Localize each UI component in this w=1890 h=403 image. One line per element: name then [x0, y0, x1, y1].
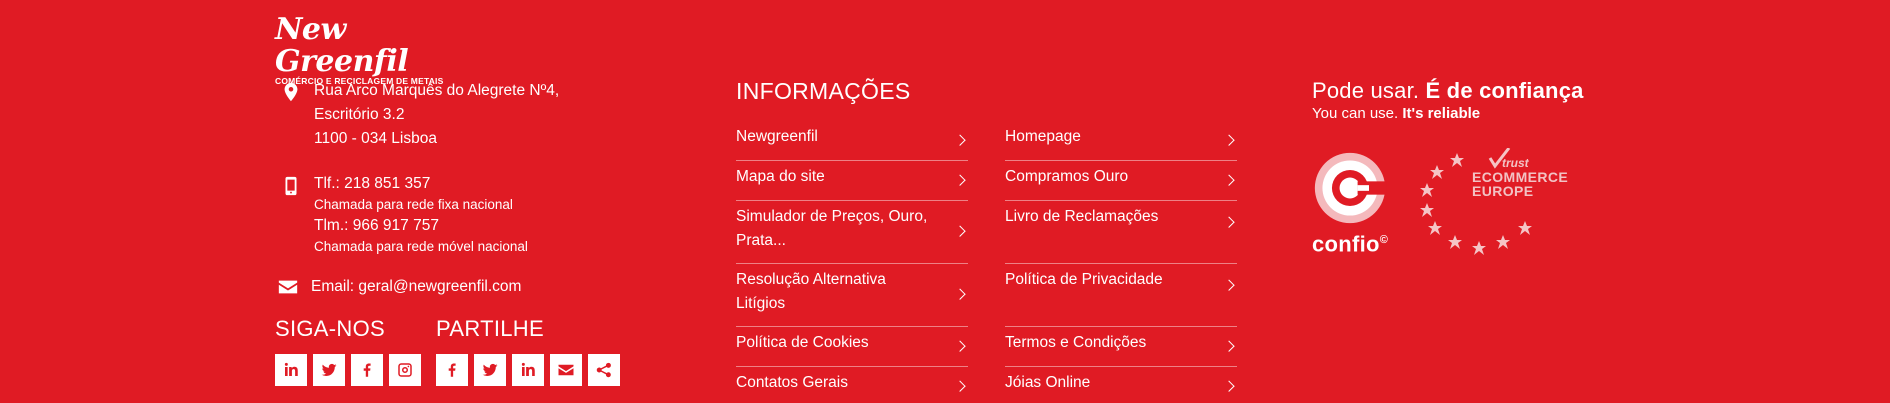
confio-logo-icon: [1314, 152, 1387, 224]
contact-block: Rua Arco Marquês do Alegrete Nº4, Escrit…: [275, 79, 715, 299]
link-joias-online[interactable]: Jóias Online: [1005, 367, 1237, 403]
trust-sub-prefix: You can use.: [1312, 105, 1399, 122]
link-label: Contatos Gerais: [736, 374, 848, 391]
email-link[interactable]: Email: geral@newgreenfil.com: [311, 275, 715, 299]
link-compramos-ouro[interactable]: Compramos Ouro: [1005, 161, 1237, 201]
facebook-icon: [448, 363, 456, 377]
link-label: Resolução Alternativa Litígios: [736, 271, 886, 312]
twitter-icon: [321, 363, 337, 377]
link-politica-privacidade[interactable]: Política de Privacidade: [1005, 264, 1237, 327]
link-livro-reclamacoes[interactable]: Livro de Reclamações: [1005, 201, 1237, 264]
tee-wordmark: trust ECOMMERCE EUROPE: [1472, 156, 1568, 198]
address-line-2: Escritório 3.2: [314, 106, 405, 123]
link-label: Livro de Reclamações: [1005, 208, 1159, 225]
address-line-1: Rua Arco Marquês do Alegrete Nº4,: [314, 82, 560, 99]
chevron-right-icon: [954, 380, 966, 392]
chevron-right-icon: [954, 225, 966, 237]
info-links-col2: Homepage Compramos Ouro Livro de Reclama…: [1005, 121, 1237, 403]
info-links-col1: Newgreenfil Mapa do site Simulador de Pr…: [736, 121, 968, 403]
logo-wordmark: New Greenfil: [275, 12, 409, 79]
chevron-right-icon: [1223, 134, 1235, 146]
link-label: Política de Cookies: [736, 334, 869, 351]
share-twitter-button[interactable]: [474, 354, 506, 386]
follow-facebook-button[interactable]: [351, 354, 383, 386]
link-label: Jóias Online: [1005, 374, 1091, 391]
trust-title-prefix: Pode usar.: [1312, 78, 1420, 103]
follow-title: SIGA-NOS: [275, 316, 385, 341]
phone-row: Tlf.: 218 851 357 Chamada para rede fixa…: [275, 173, 715, 275]
twitter-icon: [482, 363, 498, 377]
link-label: Newgreenfil: [736, 128, 818, 145]
link-label: Mapa do site: [736, 168, 825, 185]
follow-section: SIGA-NOS: [275, 316, 421, 386]
share-email-button[interactable]: [550, 354, 582, 386]
trust-subtitle: You can use. It's reliable: [1312, 104, 1732, 124]
link-newgreenfil[interactable]: Newgreenfil: [736, 121, 968, 161]
chevron-right-icon: [1223, 380, 1235, 392]
instagram-icon: [398, 363, 412, 377]
trust-section: Pode usar. É de confiança You can use. I…: [1312, 78, 1732, 270]
share-facebook-button[interactable]: [436, 354, 468, 386]
chevron-right-icon: [1223, 174, 1235, 186]
link-label: Homepage: [1005, 128, 1081, 145]
info-title: INFORMAÇÕES: [736, 78, 911, 104]
tee-ecommerce: ECOMMERCE: [1472, 169, 1569, 185]
linkedin-icon: [284, 362, 298, 376]
trust-badges: confio© trust ECOMMERCE EUROPE: [1312, 147, 1732, 270]
confio-word: confio: [1312, 231, 1380, 257]
facebook-icon: [363, 363, 371, 377]
link-label: Política de Privacidade: [1005, 271, 1163, 288]
follow-twitter-button[interactable]: [313, 354, 345, 386]
email-row: Email: geral@newgreenfil.com: [275, 275, 715, 299]
link-termos-condicoes[interactable]: Termos e Condições: [1005, 327, 1237, 367]
link-resolucao-litigios[interactable]: Resolução Alternativa Litígios: [736, 264, 968, 327]
chevron-right-icon: [1223, 216, 1235, 228]
trusted-ecommerce-europe-badge[interactable]: trust ECOMMERCE EUROPE: [1417, 147, 1568, 260]
share-icon: [596, 362, 611, 378]
link-label: Compramos Ouro: [1005, 168, 1129, 185]
link-label: Simulador de Preços, Ouro, Prata...: [736, 208, 928, 249]
chevron-right-icon: [954, 134, 966, 146]
tee-europe: EUROPE: [1472, 183, 1534, 199]
location-pin-icon: [284, 82, 298, 102]
brand-logo[interactable]: New Greenfil COMÉRCIO E RECICLAGEM DE ME…: [275, 12, 465, 87]
confio-label: confio©: [1312, 229, 1402, 255]
confio-mark: ©: [1379, 234, 1389, 246]
trust-title-bold: É de confiança: [1425, 78, 1584, 103]
envelope-icon: [278, 280, 298, 294]
confio-badge[interactable]: confio©: [1312, 150, 1402, 255]
link-simulador[interactable]: Simulador de Preços, Ouro, Prata...: [736, 201, 968, 264]
share-linkedin-button[interactable]: [512, 354, 544, 386]
mobile-phone-icon: [285, 176, 297, 196]
share-title: PARTILHE: [436, 316, 544, 341]
link-politica-cookies[interactable]: Política de Cookies: [736, 327, 968, 367]
chevron-right-icon: [1223, 279, 1235, 291]
address-row: Rua Arco Marquês do Alegrete Nº4, Escrit…: [275, 79, 715, 173]
tee-trust: trust: [1502, 156, 1529, 170]
trust-title: Pode usar. É de confiança: [1312, 78, 1732, 104]
envelope-icon: [558, 364, 574, 376]
linkedin-icon: [521, 362, 535, 376]
phone-fixed-note: Chamada para rede fixa nacional: [314, 197, 513, 212]
address-line-3: 1100 - 034 Lisboa: [314, 130, 437, 147]
chevron-right-icon: [1223, 340, 1235, 352]
share-more-button[interactable]: [588, 354, 620, 386]
chevron-right-icon: [954, 340, 966, 352]
trust-sub-bold: It's reliable: [1402, 105, 1481, 122]
follow-linkedin-button[interactable]: [275, 354, 307, 386]
link-mapa-do-site[interactable]: Mapa do site: [736, 161, 968, 201]
phone-mobile[interactable]: Tlm.: 966 917 757: [314, 215, 715, 237]
chevron-right-icon: [954, 288, 966, 300]
chevron-right-icon: [954, 174, 966, 186]
link-homepage[interactable]: Homepage: [1005, 121, 1237, 161]
phone-mobile-note: Chamada para rede móvel nacional: [314, 239, 528, 254]
share-section: PARTILHE: [436, 316, 620, 386]
follow-instagram-button[interactable]: [389, 354, 421, 386]
link-contatos-gerais[interactable]: Contatos Gerais: [736, 367, 968, 403]
phone-fixed[interactable]: Tlf.: 218 851 357: [314, 173, 715, 195]
link-label: Termos e Condições: [1005, 334, 1147, 351]
